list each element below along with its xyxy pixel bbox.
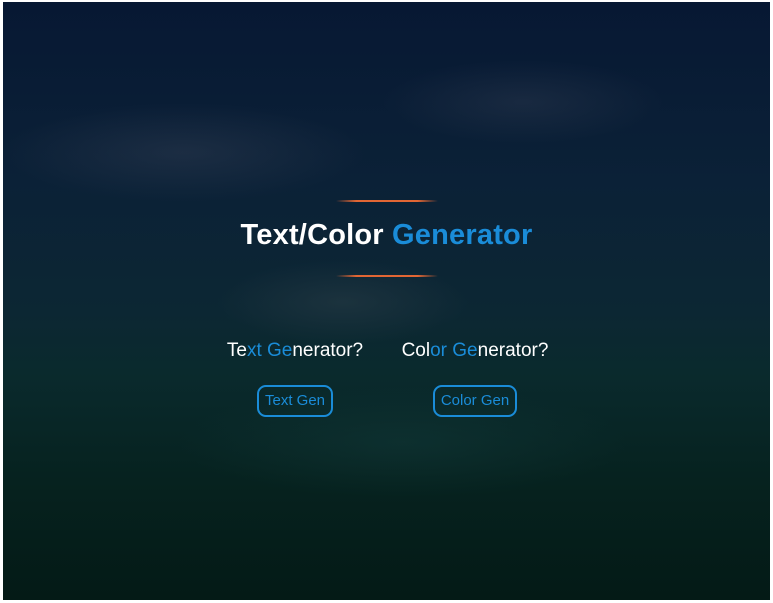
color-gen-button[interactable]: Color Gen: [432, 385, 518, 417]
app-background: Text/Color Generator Text Generator? Tex…: [3, 2, 770, 600]
question-part: Te: [226, 340, 247, 361]
question-part-accent: Ge: [267, 340, 293, 361]
text-generator-question: Text Generator?: [215, 336, 375, 366]
title-accent: Generator: [392, 219, 533, 251]
page-title: Text/Color Generator: [3, 216, 770, 254]
question-part: nerator?: [477, 340, 549, 361]
bottom-divider: [335, 275, 438, 277]
color-generator-section: Color Generator? Color Gen: [391, 336, 559, 417]
question-part-accent: or: [430, 340, 447, 361]
question-part-accent: Ge: [452, 340, 478, 361]
title-main: Text/Color: [240, 219, 393, 251]
header: Text/Color Generator: [3, 200, 770, 277]
question-part: nerator?: [292, 340, 364, 361]
color-generator-question: Color Generator?: [391, 336, 559, 366]
text-gen-button[interactable]: Text Gen: [256, 385, 334, 417]
top-divider: [335, 200, 438, 202]
question-part-accent: xt: [246, 340, 262, 361]
text-generator-section: Text Generator? Text Gen: [215, 336, 375, 417]
question-part: Col: [401, 340, 431, 361]
